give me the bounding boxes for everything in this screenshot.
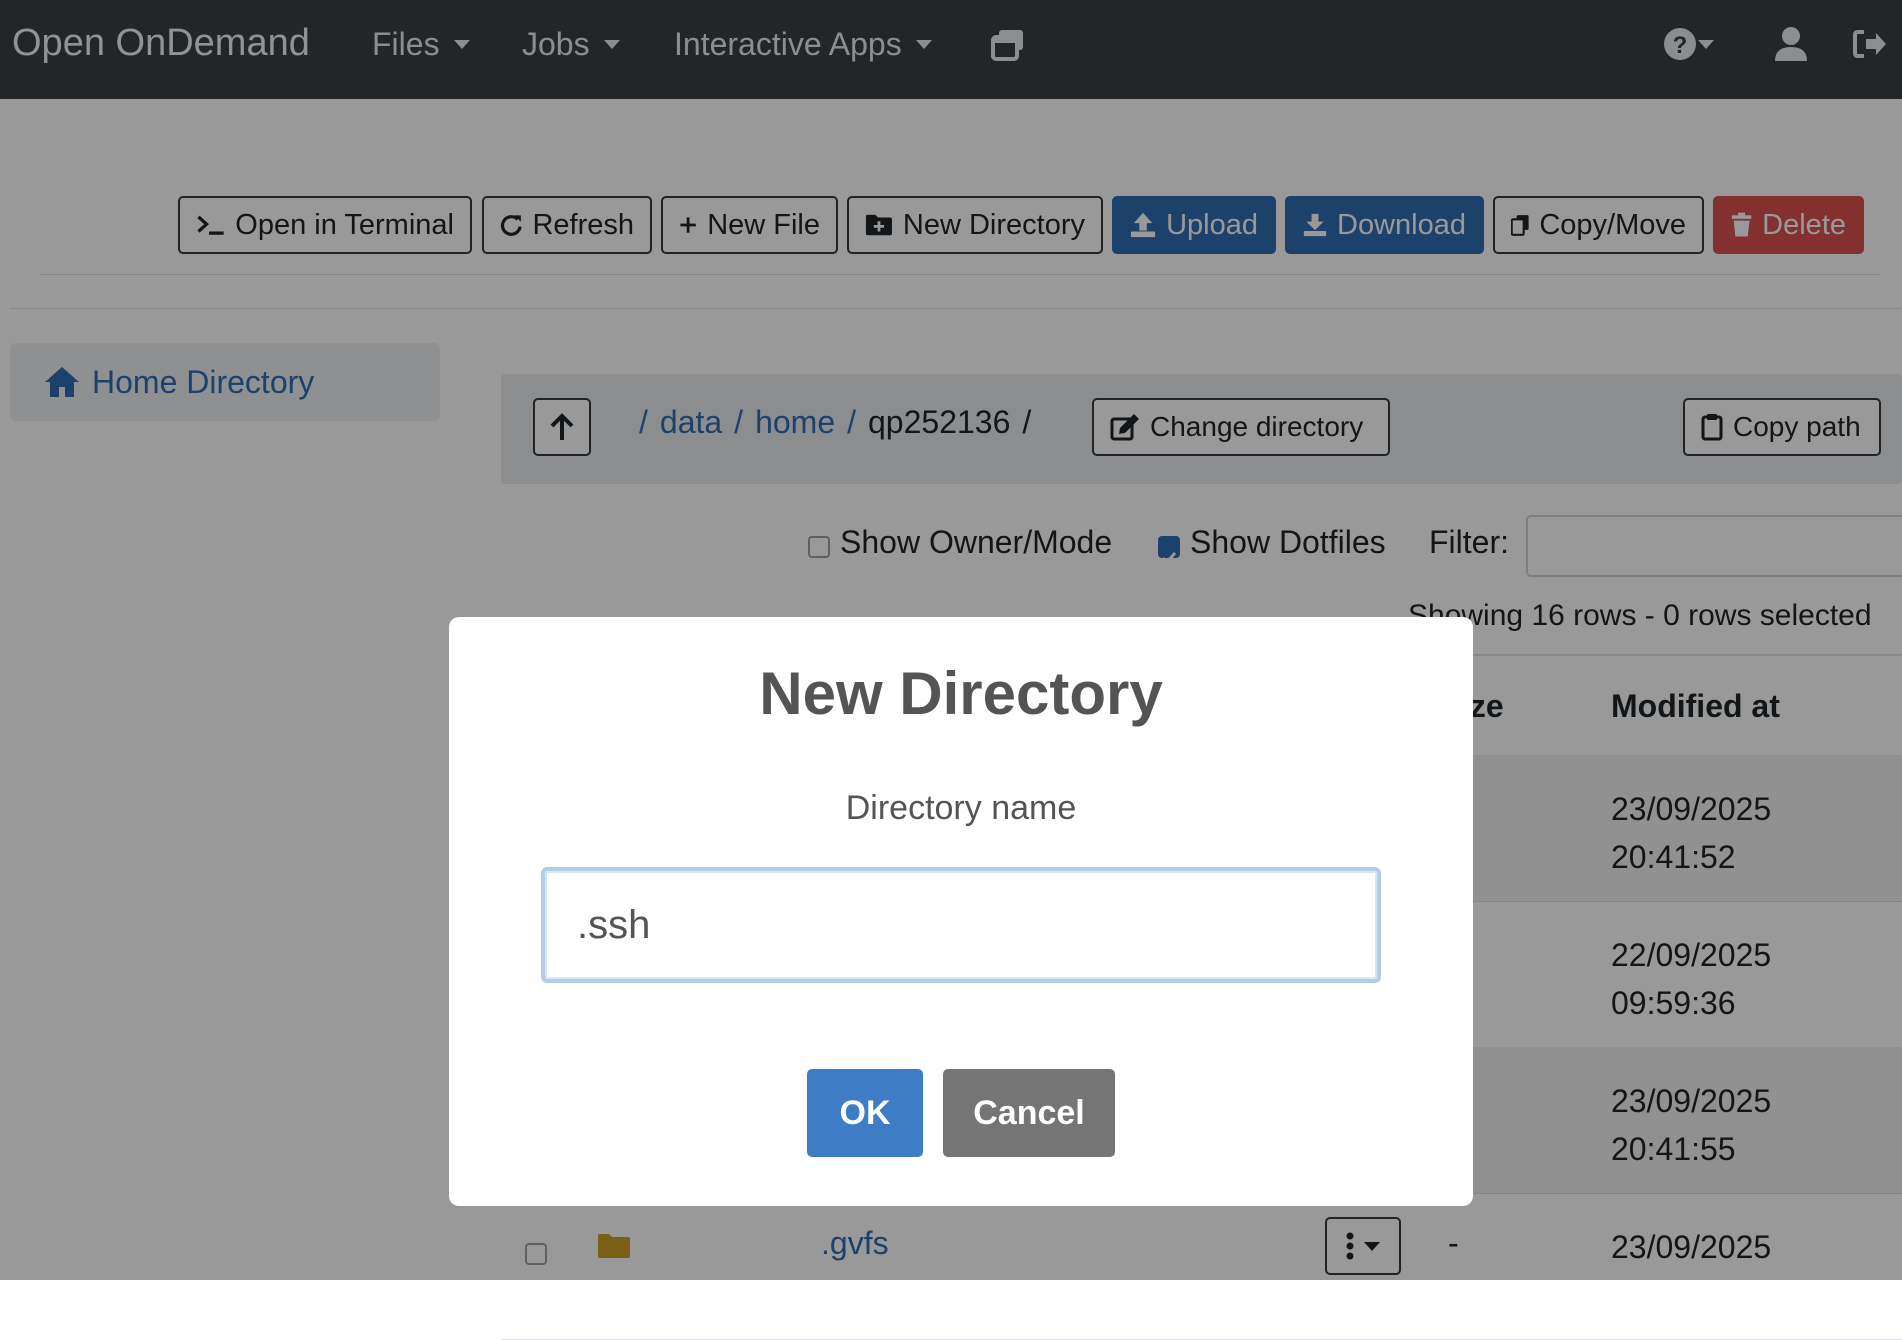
- ok-button[interactable]: OK: [807, 1069, 923, 1157]
- new-directory-dialog: New Directory Directory name OK Cancel: [449, 617, 1473, 1206]
- cancel-button[interactable]: Cancel: [943, 1069, 1115, 1157]
- directory-name-label: Directory name: [845, 789, 1077, 827]
- directory-name-input[interactable]: [541, 867, 1381, 983]
- dialog-title: New Directory: [759, 660, 1163, 727]
